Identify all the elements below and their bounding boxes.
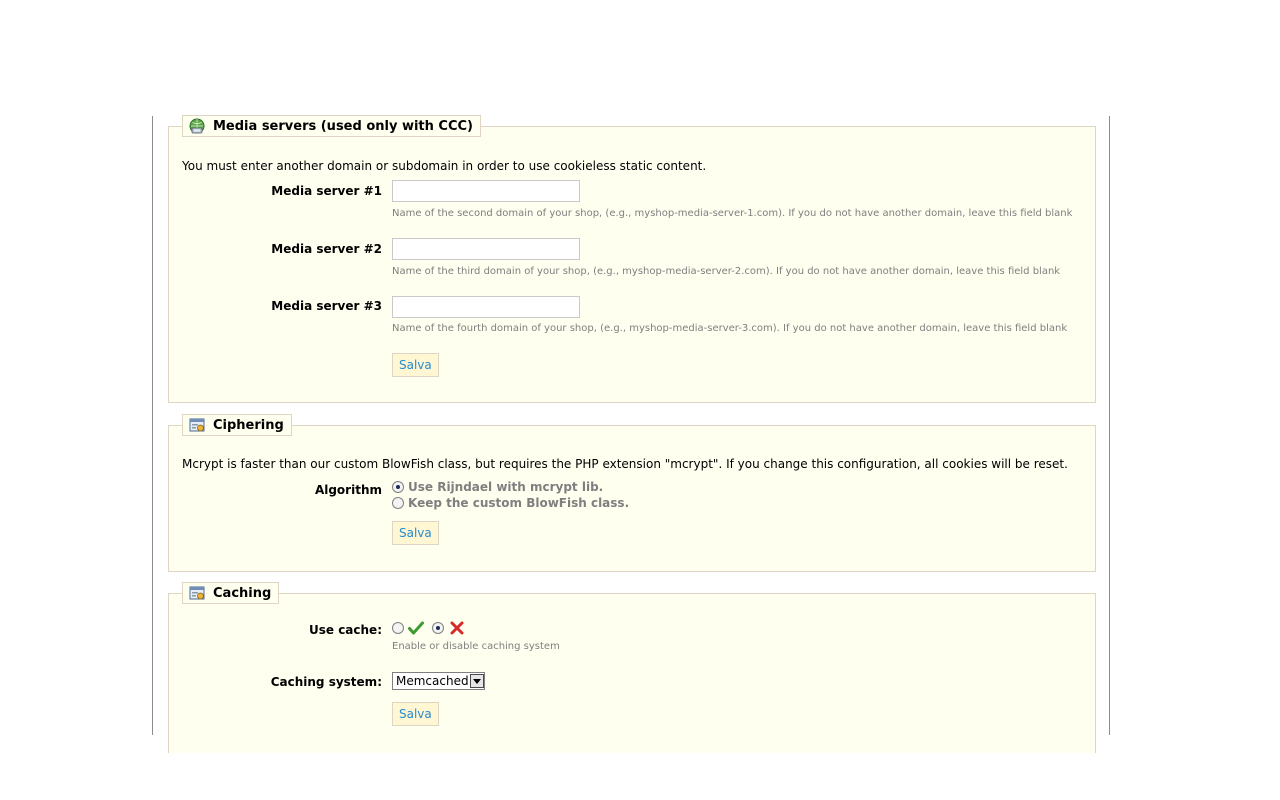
media-server-1-hint: Name of the second domain of your shop, … bbox=[392, 208, 1073, 219]
media-server-3-input[interactable] bbox=[392, 296, 580, 318]
use-cache-hint: Enable or disable caching system bbox=[392, 641, 560, 652]
media-server-1-input[interactable] bbox=[392, 180, 580, 202]
algorithm-blowfish-label: Keep the custom BlowFish class. bbox=[408, 496, 630, 510]
media-server-2-label: Media server #2 bbox=[271, 242, 382, 256]
media-servers-panel: Media servers (used only with CCC) You m… bbox=[168, 115, 1096, 403]
media-server-2-input[interactable] bbox=[392, 238, 580, 260]
x-cross-icon bbox=[450, 621, 464, 635]
media-servers-intro: You must enter another domain or subdoma… bbox=[182, 159, 707, 173]
caching-legend: Caching bbox=[182, 582, 280, 604]
ciphering-panel: Ciphering Mcrypt is faster than our cust… bbox=[168, 414, 1096, 572]
caching-system-value: Memcached bbox=[396, 674, 469, 688]
caching-title: Caching bbox=[213, 585, 272, 601]
media-server-1-label: Media server #1 bbox=[271, 184, 382, 198]
globe-network-icon bbox=[189, 118, 205, 134]
use-cache-yes-radio[interactable] bbox=[392, 622, 404, 634]
media-servers-legend: Media servers (used only with CCC) bbox=[182, 115, 481, 137]
chevron-down-icon[interactable] bbox=[469, 674, 484, 688]
caching-panel: Caching Use cache: Enable or disable cac… bbox=[168, 582, 1096, 753]
window-settings-icon bbox=[189, 585, 205, 601]
caching-system-label: Caching system: bbox=[270, 675, 382, 689]
media-servers-save-button[interactable]: Salva bbox=[392, 353, 439, 377]
algorithm-label: Algorithm bbox=[314, 483, 382, 497]
use-cache-no-radio[interactable] bbox=[432, 622, 444, 634]
media-server-3-hint: Name of the fourth domain of your shop, … bbox=[392, 323, 1068, 334]
caching-save-button[interactable]: Salva bbox=[392, 702, 439, 726]
ciphering-save-button[interactable]: Salva bbox=[392, 521, 439, 545]
ciphering-title: Ciphering bbox=[213, 417, 284, 433]
media-server-3-label: Media server #3 bbox=[271, 299, 382, 313]
algorithm-rijndael-label: Use Rijndael with mcrypt lib. bbox=[408, 480, 604, 494]
media-server-2-hint: Name of the third domain of your shop, (… bbox=[392, 266, 1061, 277]
use-cache-label: Use cache: bbox=[308, 623, 382, 637]
use-cache-toggle bbox=[392, 621, 464, 635]
ciphering-legend: Ciphering bbox=[182, 414, 292, 436]
checkmark-icon bbox=[408, 621, 424, 635]
algorithm-option-rijndael[interactable]: Use Rijndael with mcrypt lib. bbox=[392, 480, 603, 494]
algorithm-blowfish-radio[interactable] bbox=[392, 497, 404, 509]
algorithm-rijndael-radio[interactable] bbox=[392, 481, 404, 493]
caching-system-select[interactable]: Memcached bbox=[392, 672, 485, 690]
algorithm-option-blowfish[interactable]: Keep the custom BlowFish class. bbox=[392, 496, 629, 510]
media-servers-title: Media servers (used only with CCC) bbox=[213, 118, 473, 134]
ciphering-intro: Mcrypt is faster than our custom BlowFis… bbox=[182, 457, 1068, 471]
window-settings-icon bbox=[189, 417, 205, 433]
